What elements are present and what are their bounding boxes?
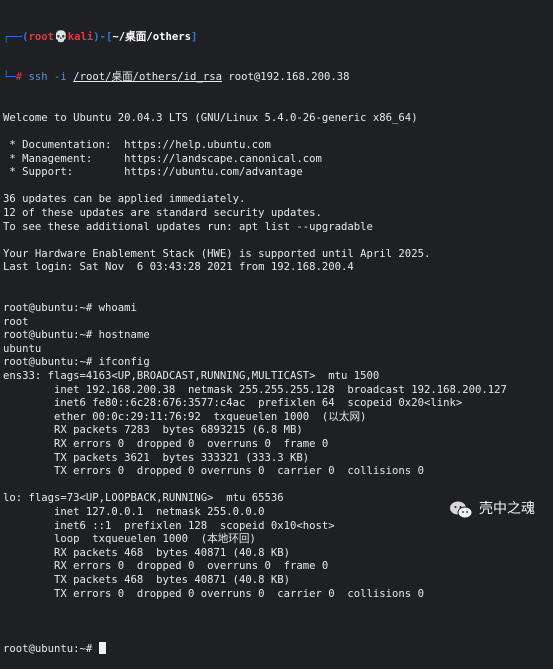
kali-prompt-line: ┌──(root💀kali)-[~/桌面/others] — [3, 30, 198, 44]
session-line: TX errors 0 dropped 0 overruns 0 carrier… — [3, 587, 424, 600]
motd-line: * Support: https://ubuntu.com/advantage — [3, 166, 303, 179]
watermark-text: 壳中之魂 — [479, 501, 535, 518]
session-line: inet6 fe80::6c28:676:3577:c4ac prefixlen… — [3, 397, 463, 410]
ssh-command-line: └─# ssh -i /root/桌面/others/id_rsa root@1… — [3, 70, 350, 83]
session-line: ubuntu — [3, 342, 42, 355]
motd-line: 36 updates can be applied immediately. — [3, 193, 246, 206]
motd-line — [3, 125, 553, 139]
session-line — [3, 601, 553, 615]
session-line: RX errors 0 dropped 0 overruns 0 frame 0 — [3, 438, 329, 450]
terminal-output[interactable]: ┌──(root💀kali)-[~/桌面/others] └─# ssh -i … — [3, 3, 553, 669]
motd-line: * Management: https://landscape.canonica… — [3, 152, 322, 165]
session-line: inet 192.168.200.38 netmask 255.255.255.… — [3, 383, 507, 396]
session-line: ens33: flags=4163<UP,BROADCAST,RUNNING,M… — [3, 370, 380, 383]
session-line: root@ubuntu:~# whoami — [3, 302, 137, 315]
terminal-cursor — [98, 641, 106, 654]
motd-line: 12 of these updates are standard securit… — [3, 206, 322, 219]
session-line: root@ubuntu:~# hostname — [3, 329, 150, 342]
session-line: loop txqueuelen 1000 (本地环回) — [3, 533, 256, 546]
motd-block: Welcome to Ubuntu 20.04.3 LTS (GNU/Linux… — [3, 112, 553, 275]
session-line: inet6 ::1 prefixlen 128 scopeid 0x10<hos… — [3, 519, 335, 532]
session-block: root@ubuntu:~# whoami root root@ubuntu:~# … — [3, 302, 553, 615]
session-line — [3, 479, 553, 493]
motd-line: Welcome to Ubuntu 20.04.3 LTS (GNU/Linux… — [3, 111, 418, 124]
session-line: ether 00:0c:29:11:76:92 txqueuelen 1000 … — [3, 410, 367, 423]
watermark: 壳中之魂 — [449, 500, 535, 520]
session-line: root — [3, 315, 29, 328]
session-line: TX errors 0 dropped 0 overruns 0 carrier… — [3, 465, 424, 478]
session-line: root@ubuntu:~# ifconfig — [3, 356, 150, 369]
motd-line: Last login: Sat Nov 6 03:43:28 2021 from… — [3, 261, 354, 274]
motd-line — [3, 180, 553, 194]
session-line: TX packets 3621 bytes 333321 (333.3 KB) — [3, 451, 310, 464]
motd-line: * Documentation: https://help.ubuntu.com — [3, 138, 271, 151]
wechat-icon — [449, 500, 473, 520]
motd-line: To see these additional updates run: apt… — [3, 220, 373, 233]
session-line: RX errors 0 dropped 0 overruns 0 frame 0 — [3, 560, 329, 573]
session-line: TX packets 468 bytes 40871 (40.8 KB) — [3, 573, 291, 586]
session-line: RX packets 7283 bytes 6893215 (6.8 MB) — [3, 424, 303, 437]
skull-icon: 💀 — [54, 30, 68, 44]
session-line: RX packets 468 bytes 40871 (40.8 KB) — [3, 546, 291, 559]
final-prompt-line[interactable]: root@ubuntu:~# — [3, 641, 553, 656]
motd-line: Your Hardware Enablement Stack (HWE) is … — [3, 247, 431, 260]
motd-line — [3, 234, 553, 248]
